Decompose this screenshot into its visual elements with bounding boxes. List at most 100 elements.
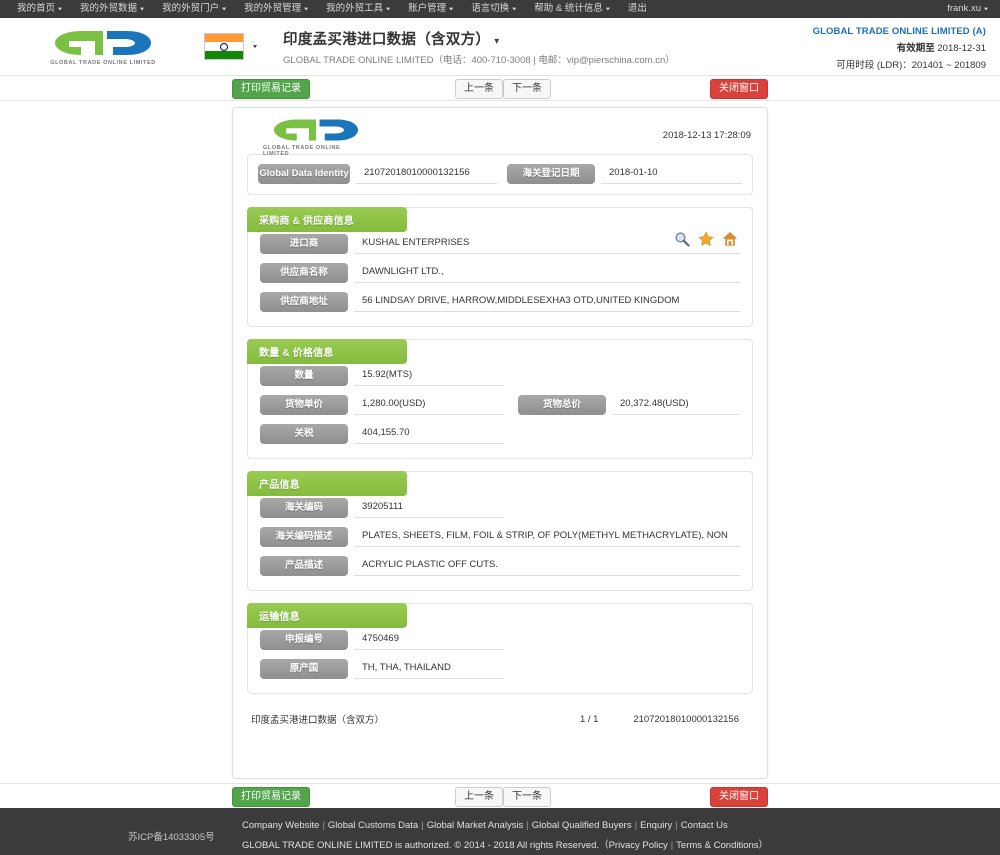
chevron-down-icon[interactable]: ▾ xyxy=(253,43,257,49)
footer-copyright-prefix: GLOBAL TRADE ONLINE LIMITED is authorize… xyxy=(242,839,609,851)
footer-copyright-suffix: ） xyxy=(758,839,769,851)
customs-date-value: 2018-01-10 xyxy=(601,165,742,184)
india-flag-icon xyxy=(204,33,244,60)
field-label: 供应商地址 xyxy=(260,292,348,312)
nav-item-label: 退出 xyxy=(627,3,647,14)
field-value: ACRYLIC PLASTIC OFF CUTS. xyxy=(354,557,740,576)
user-menu[interactable]: frank.xu ▾ xyxy=(947,0,988,18)
chevron-down-icon: ▾ xyxy=(222,5,227,12)
nav-item-label: 我的首页 xyxy=(17,3,56,14)
print-record-button-bottom[interactable]: 打印贸易记录 xyxy=(232,787,310,807)
field-row: 货物单价 1,280.00(USD) 货物总价 20,372.48(USD) xyxy=(260,395,740,415)
close-window-button[interactable]: 关闭窗口 xyxy=(710,79,768,99)
page-header: GLOBAL TRADE ONLINE LIMITED ▾ 印度孟买港进口数据（… xyxy=(0,18,1000,76)
field-value: 15.92(MTS) xyxy=(354,367,504,386)
page-title: 印度孟买港进口数据（含双方） ▾ xyxy=(283,28,675,49)
nav-item-6[interactable]: 语言切换 ▾ xyxy=(462,0,525,18)
close-window-button-bottom[interactable]: 关闭窗口 xyxy=(710,787,768,807)
footer-link-2[interactable]: Global Market Analysis xyxy=(427,820,524,831)
page-subtitle: GLOBAL TRADE ONLINE LIMITED（电话：400-710-3… xyxy=(283,54,675,66)
field-row: 海关编码 39205111 xyxy=(260,498,740,518)
nav-item-4[interactable]: 我的外贸工具 ▾ xyxy=(317,0,399,18)
document-area: GLOBAL TRADE ONLINE LIMITED 2018-12-13 1… xyxy=(0,101,1000,783)
footer-links: Company Website | Global Customs Data | Glob… xyxy=(242,817,768,835)
chevron-down-icon: ▾ xyxy=(58,5,63,12)
terms-conditions-link[interactable]: Terms & Conditions xyxy=(676,840,758,851)
previous-record-button[interactable]: 上一条 xyxy=(455,79,503,99)
account-validity-label: 有效期至 xyxy=(896,43,935,54)
print-record-button[interactable]: 打印贸易记录 xyxy=(232,79,310,99)
field-row: 申报编号 4750469 xyxy=(260,630,740,650)
nav-item-5[interactable]: 账户管理 ▾ xyxy=(399,0,462,18)
document-logo: GLOBAL TRADE ONLINE LIMITED xyxy=(263,116,368,157)
account-info: GLOBAL TRADE ONLINE LIMITED (A) 有效期至 201… xyxy=(813,26,986,71)
field-value: TH, THA, THAILAND xyxy=(354,660,504,679)
field-label: 申报编号 xyxy=(260,630,348,650)
field-row: 供应商地址 56 LINDSAY DRIVE, HARROW,MIDDLESEXH… xyxy=(260,292,740,312)
field-row: 关税 404,155.70 xyxy=(260,424,740,444)
section-title-1: 数量 & 价格信息 xyxy=(247,339,407,364)
field-value: PLATES, SHEETS, FILM, FOIL & STRIP, OF P… xyxy=(354,528,740,547)
next-record-button-bottom[interactable]: 下一条 xyxy=(503,787,551,807)
footer-link-separator: | xyxy=(634,819,638,831)
footer-links-block: Company Website | Global Customs Data | Glob… xyxy=(242,817,768,855)
field-label: 货物单价 xyxy=(260,395,348,415)
home-icon[interactable] xyxy=(722,231,738,247)
nav-item-label: 我的外贸管理 xyxy=(244,3,302,14)
chevron-down-icon: ▾ xyxy=(304,5,309,12)
chevron-down-icon: ▾ xyxy=(605,5,610,12)
footer-link-3[interactable]: Global Qualified Buyers xyxy=(532,820,632,831)
account-validity: 有效期至 2018-12-31 xyxy=(813,40,986,54)
star-icon[interactable] xyxy=(698,231,714,247)
row-action-icons xyxy=(674,231,738,247)
footer-link-4[interactable]: Enquiry xyxy=(640,820,672,831)
document-timestamp: 2018-12-13 17:28:09 xyxy=(662,130,751,141)
field-row: 产品描述 ACRYLIC PLASTIC OFF CUTS. xyxy=(260,556,740,576)
footer-copyright: GLOBAL TRADE ONLINE LIMITED is authorize… xyxy=(242,839,769,851)
gto-logo-icon xyxy=(273,119,358,141)
nav-item-8[interactable]: 退出 xyxy=(619,0,656,18)
field-row: 海关编码描述 PLATES, SHEETS, FILM, FOIL & STRIP… xyxy=(260,527,740,547)
footer-link-0[interactable]: Company Website xyxy=(242,820,319,831)
nav-item-2[interactable]: 我的外贸门户 ▾ xyxy=(153,0,235,18)
field-value: 56 LINDSAY DRIVE, HARROW,MIDDLESEXHA3 OT… xyxy=(354,293,740,312)
field-label: 供应商名称 xyxy=(260,263,348,283)
page-title-block: 印度孟买港进口数据（含双方） ▾ GLOBAL TRADE ONLINE LIMI… xyxy=(283,28,675,66)
nav-item-1[interactable]: 我的外贸数据 ▾ xyxy=(71,0,153,18)
chevron-down-icon[interactable]: ▾ xyxy=(494,36,499,47)
account-company-name[interactable]: GLOBAL TRADE ONLINE LIMITED (A) xyxy=(813,26,986,37)
footer-link-5[interactable]: Contact Us xyxy=(681,820,728,831)
nav-item-label: 语言切换 xyxy=(471,3,510,14)
search-icon[interactable] xyxy=(674,231,690,247)
section-card-3: 运输信息 申报编号 4750469 原产国 TH, THA, THAILAND xyxy=(247,603,753,694)
page-footer: 苏ICP备14033305号 Company Website | Global Cu… xyxy=(0,808,1000,855)
section-card-0: 采购商 & 供应商信息 进口商 KUSHAL ENTERPRISES 供应商名称 DAW… xyxy=(247,207,753,327)
chevron-down-icon: ▾ xyxy=(512,5,517,12)
field-label: 原产国 xyxy=(260,659,348,679)
privacy-policy-link[interactable]: Privacy Policy xyxy=(609,840,668,851)
field-label: 数量 xyxy=(260,366,348,386)
field-label: 产品描述 xyxy=(260,556,348,576)
nav-item-7[interactable]: 帮助 & 统计信息 ▾ xyxy=(525,0,619,18)
account-period: 可用时段 (LDR)：201401 ~ 201809 xyxy=(836,60,986,71)
footer-link-1[interactable]: Global Customs Data xyxy=(328,820,418,831)
country-selector[interactable]: ▾ xyxy=(204,33,257,60)
previous-record-button-bottom[interactable]: 上一条 xyxy=(455,787,503,807)
section-card-2: 产品信息 海关编码 39205111 海关编码描述 PLATES, SHEETS, FI… xyxy=(247,471,753,591)
field-row: 数量 15.92(MTS) xyxy=(260,366,740,386)
nav-item-label: 我的外贸工具 xyxy=(326,3,384,14)
field-value: 404,155.70 xyxy=(354,425,504,444)
next-record-button[interactable]: 下一条 xyxy=(503,79,551,99)
gto-logo-icon xyxy=(55,31,151,55)
footer-link-separator: | xyxy=(421,819,424,831)
toolbar-bottom: 打印贸易记录 上一条 下一条 关闭窗口 xyxy=(0,783,1000,808)
field-value: 39205111 xyxy=(354,499,504,518)
nav-item-3[interactable]: 我的外贸管理 ▾ xyxy=(235,0,317,18)
nav-item-label: 我的外贸数据 xyxy=(80,3,138,14)
nav-item-0[interactable]: 我的首页 ▾ xyxy=(8,0,71,18)
field-row: 进口商 KUSHAL ENTERPRISES xyxy=(260,231,740,254)
brand-logo[interactable]: GLOBAL TRADE ONLINE LIMITED xyxy=(28,27,178,66)
document-logo-subtitle: GLOBAL TRADE ONLINE LIMITED xyxy=(263,145,341,157)
chevron-down-icon: ▾ xyxy=(386,5,391,12)
field-value-secondary: 20,372.48(USD) xyxy=(612,396,740,415)
